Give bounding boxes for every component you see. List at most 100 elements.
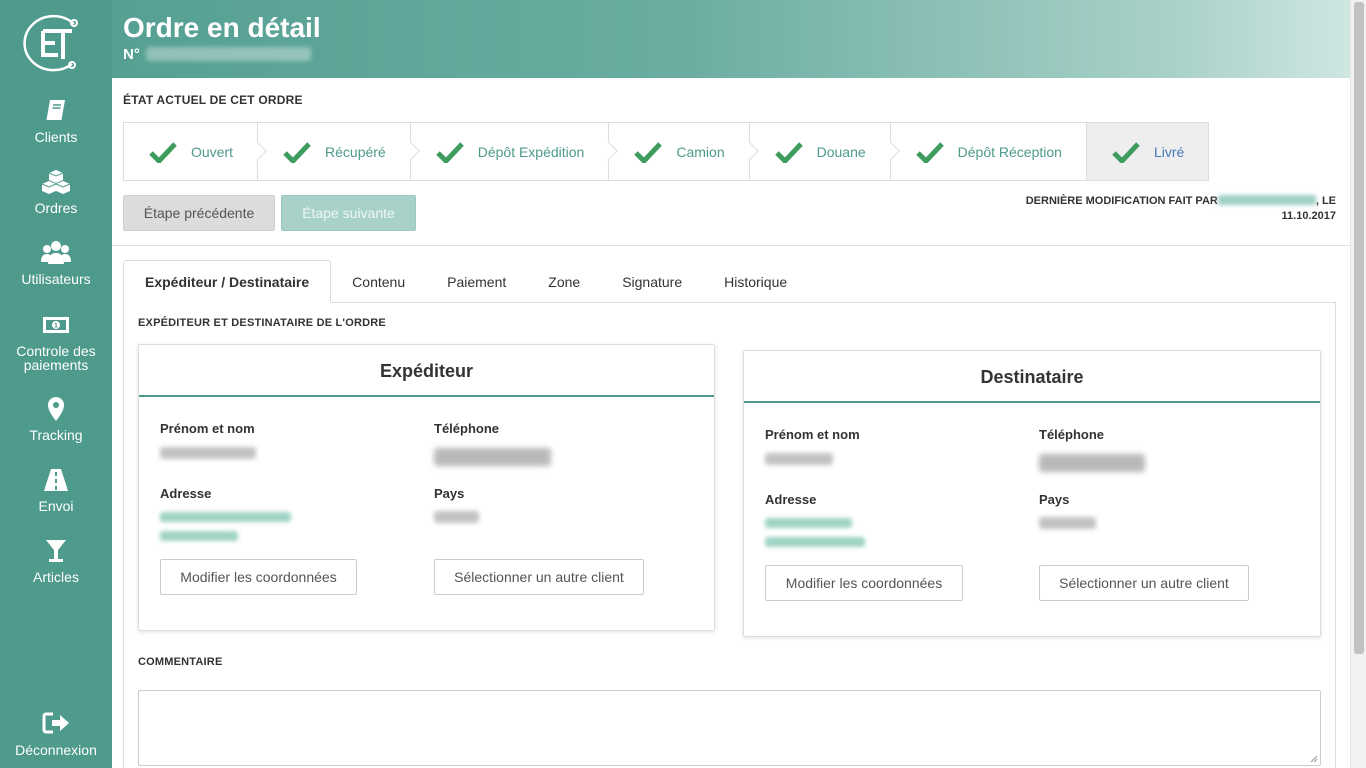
tab-paiement[interactable]: Paiement xyxy=(426,260,527,303)
step-livre[interactable]: Livré xyxy=(1086,123,1209,180)
logout-icon xyxy=(42,712,69,734)
sender-phone-label: Téléphone xyxy=(434,421,500,436)
recipient-phone-label: Téléphone xyxy=(1039,427,1105,442)
nav-tracking[interactable]: Tracking xyxy=(0,396,112,442)
sender-edit-button[interactable]: Modifier les coordonnées xyxy=(160,559,357,595)
sender-address-line1[interactable] xyxy=(160,512,291,522)
svg-text:1: 1 xyxy=(54,323,58,330)
book-icon xyxy=(46,100,65,120)
last-modified-suffix: , LE xyxy=(1315,195,1336,207)
tab-historique[interactable]: Historique xyxy=(703,260,808,303)
step-label: Livré xyxy=(1153,143,1185,160)
scrollbar[interactable] xyxy=(1350,0,1366,768)
sender-name-label: Prénom et nom xyxy=(160,421,255,436)
recipient-edit-button[interactable]: Modifier les coordonnées xyxy=(765,565,963,601)
sender-country-value xyxy=(434,511,479,523)
tab-bar: Expéditeur / Destinataire Contenu Paieme… xyxy=(123,260,808,303)
step-depot-reception[interactable]: Dépôt Réception xyxy=(891,123,1087,180)
status-steps: Ouvert Récupéré Dépôt Expédition Camion … xyxy=(123,122,1210,181)
logout-label: Déconnexion xyxy=(15,742,97,758)
step-ouvert[interactable]: Ouvert xyxy=(124,123,267,180)
tab-zone[interactable]: Zone xyxy=(527,260,601,303)
order-number: N° xyxy=(123,46,311,63)
nav-controle-paiements-label: Controle des paiements xyxy=(16,343,96,373)
recipient-address-line2[interactable] xyxy=(765,537,865,547)
nav-ordres[interactable]: Ordres xyxy=(0,169,112,215)
nav-clients[interactable]: Clients xyxy=(0,98,112,144)
sidebar: Clients Ordres Utilisateurs 1 Controle d xyxy=(0,0,112,768)
sender-select-client-button[interactable]: Sélectionner un autre client xyxy=(434,559,644,595)
step-camion[interactable]: Camion xyxy=(609,123,759,180)
recipient-address-label: Adresse xyxy=(765,492,817,507)
recipient-phone-value xyxy=(1039,454,1145,472)
step-label: Ouvert xyxy=(191,143,234,160)
check-icon xyxy=(915,141,944,163)
step-label: Dépôt Réception xyxy=(957,143,1062,160)
nav-utilisateurs-label: Utilisateurs xyxy=(21,271,91,287)
step-depot-expedition[interactable]: Dépôt Expédition xyxy=(411,123,619,180)
nav-ordres-label: Ordres xyxy=(34,200,78,216)
tab-signature[interactable]: Signature xyxy=(601,260,703,303)
status-section-title: ÉTAT ACTUEL DE CET ORDRE xyxy=(123,93,303,107)
page-header: Ordre en détail N° xyxy=(112,0,1350,78)
nav-envoi-label: Envoi xyxy=(38,498,74,514)
step-douane[interactable]: Douane xyxy=(750,123,900,180)
last-modified-user-redacted xyxy=(1217,195,1316,205)
panel-section-title: EXPÉDITEUR ET DESTINATAIRE DE L'ORDRE xyxy=(138,317,386,329)
recipient-country-label: Pays xyxy=(1039,492,1070,507)
map-pin-icon xyxy=(48,397,64,421)
sender-name-value xyxy=(160,447,256,459)
comment-textarea[interactable] xyxy=(138,690,1321,766)
step-label: Douane xyxy=(816,143,866,160)
recipient-select-client-button[interactable]: Sélectionner un autre client xyxy=(1039,565,1249,601)
scrollbar-thumb[interactable] xyxy=(1354,2,1364,654)
sender-card-title: Expéditeur xyxy=(139,345,714,397)
divider xyxy=(112,245,1350,246)
recipient-name-value xyxy=(765,453,833,465)
sender-address-line2[interactable] xyxy=(160,531,238,541)
recipient-country-value xyxy=(1039,517,1096,529)
nav-tracking-label: Tracking xyxy=(29,427,83,443)
order-number-prefix: N° xyxy=(123,46,140,63)
check-icon xyxy=(1112,141,1140,163)
recipient-name-label: Prénom et nom xyxy=(765,427,860,442)
recipient-card-title: Destinataire xyxy=(744,351,1320,403)
step-recupere[interactable]: Récupéré xyxy=(258,123,420,180)
previous-step-button[interactable]: Étape précédente xyxy=(123,195,275,231)
order-number-redacted xyxy=(145,47,311,61)
resize-handle-icon[interactable] xyxy=(1310,755,1318,763)
money-icon: 1 xyxy=(43,317,69,333)
step-label: Dépôt Expédition xyxy=(477,143,585,160)
recipient-address-line1[interactable] xyxy=(765,518,852,528)
check-icon xyxy=(774,141,803,163)
users-icon xyxy=(41,241,71,264)
sender-country-label: Pays xyxy=(434,486,465,501)
recipient-card: Destinataire Prénom et nom Téléphone Adr… xyxy=(743,350,1321,637)
nav-clients-label: Clients xyxy=(34,129,78,145)
check-icon xyxy=(149,141,177,163)
sender-card: Expéditeur Prénom et nom Téléphone Adres… xyxy=(138,344,715,631)
glass-icon xyxy=(46,540,66,562)
check-icon xyxy=(634,141,663,163)
comment-title: COMMENTAIRE xyxy=(138,656,223,668)
nav-envoi[interactable]: Envoi xyxy=(0,467,112,513)
nav-controle-paiements[interactable]: 1 Controle des paiements xyxy=(0,312,112,372)
boxes-icon xyxy=(41,170,71,194)
last-modified-prefix: DERNIÈRE MODIFICATION FAIT PAR xyxy=(1025,195,1218,207)
tab-expediteur-destinataire[interactable]: Expéditeur / Destinataire xyxy=(123,260,332,303)
sender-address-label: Adresse xyxy=(160,486,212,501)
last-modified: DERNIÈRE MODIFICATION FAIT PAR , LE 11.10… xyxy=(1026,194,1336,224)
logout-button[interactable]: Déconnexion xyxy=(0,711,112,757)
nav-articles-label: Articles xyxy=(33,569,79,585)
road-icon xyxy=(44,469,68,491)
check-icon xyxy=(435,141,464,163)
last-modified-date: 11.10.2017 xyxy=(1281,210,1336,222)
next-step-button[interactable]: Étape suivante xyxy=(281,195,416,231)
tab-contenu[interactable]: Contenu xyxy=(331,260,426,303)
page-title: Ordre en détail xyxy=(123,12,321,43)
logo[interactable] xyxy=(22,14,88,72)
nav-utilisateurs[interactable]: Utilisateurs xyxy=(0,240,112,286)
step-label: Récupéré xyxy=(325,143,386,160)
nav-articles[interactable]: Articles xyxy=(0,538,112,584)
sender-phone-value xyxy=(434,448,551,466)
